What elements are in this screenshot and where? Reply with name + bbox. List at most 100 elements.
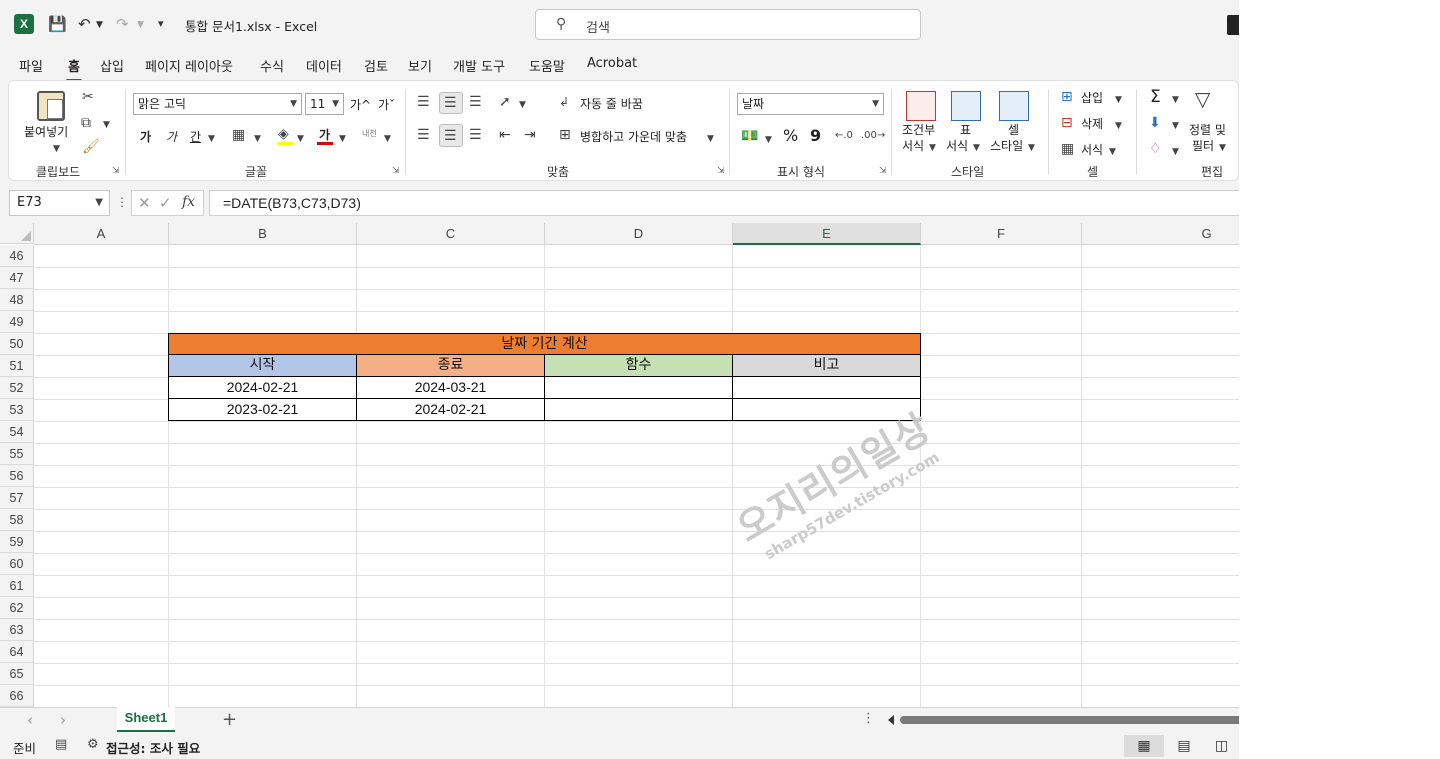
undo-dropdown-icon[interactable]: ▼ — [96, 14, 103, 36]
italic-button[interactable]: 가 — [166, 128, 177, 145]
select-all-button[interactable] — [0, 223, 34, 244]
wrap-text-button[interactable]: 자동 줄 바꿈 — [580, 95, 643, 112]
tab-data[interactable]: 데이터 — [306, 56, 342, 75]
table-cell[interactable] — [545, 377, 733, 399]
table-cell[interactable]: 2024-03-21 — [357, 377, 545, 399]
insert-cells-button[interactable]: 삽입 — [1081, 89, 1103, 106]
format-painter-icon[interactable]: 🖌 — [82, 139, 100, 155]
delete-cells-button[interactable]: 삭제 — [1081, 115, 1103, 132]
align-bottom-icon[interactable]: ☰ — [469, 94, 482, 110]
chevron-down-icon[interactable]: ▼ — [1028, 140, 1035, 156]
decrease-decimal-icon[interactable]: .00→ — [861, 128, 885, 144]
row-header[interactable]: 64 — [0, 641, 34, 663]
underline-button[interactable]: 간 — [190, 128, 201, 145]
row-header[interactable]: 60 — [0, 553, 34, 575]
column-header-e[interactable]: E — [733, 223, 921, 245]
phonetic-button[interactable]: 내천 — [362, 128, 377, 139]
name-box[interactable]: E73 ▼ — [9, 190, 110, 216]
number-format-combo[interactable]: 날짜 ▼ — [737, 93, 884, 115]
number-launcher-icon[interactable]: ⇲ — [879, 166, 887, 176]
row-header[interactable]: 62 — [0, 597, 34, 619]
save-icon[interactable]: 💾 — [48, 13, 67, 35]
column-header-f[interactable]: F — [921, 223, 1082, 245]
orientation-dropdown-icon[interactable]: ▼ — [519, 97, 526, 113]
tab-help[interactable]: 도움말 — [529, 56, 565, 75]
column-header-d[interactable]: D — [545, 223, 733, 245]
font-color-dropdown-icon[interactable]: ▼ — [339, 131, 346, 147]
table-cell[interactable]: 2024-02-21 — [168, 377, 357, 399]
phonetic-dropdown-icon[interactable]: ▼ — [384, 131, 391, 147]
fill-dropdown-icon[interactable]: ▼ — [297, 131, 304, 147]
fill-color-icon[interactable]: ◈ — [278, 126, 289, 142]
formula-input[interactable]: =DATE(B73,C73,D73) — [209, 190, 1239, 216]
row-header[interactable]: 59 — [0, 531, 34, 553]
borders-icon[interactable]: ▦ — [232, 127, 245, 143]
borders-dropdown-icon[interactable]: ▼ — [254, 131, 261, 147]
sort-filter-icon[interactable]: ▽ — [1195, 89, 1210, 109]
merge-center-button[interactable]: 병합하고 가운데 맞춤 — [580, 128, 687, 145]
clear-icon[interactable]: ♢ — [1149, 141, 1162, 157]
alignment-launcher-icon[interactable]: ⇲ — [717, 166, 725, 176]
macro-record-icon[interactable]: ▤ — [55, 737, 67, 752]
tab-formulas[interactable]: 수식 — [260, 56, 284, 75]
accessibility-icon[interactable]: ⚙ — [87, 737, 99, 752]
table-cell[interactable]: 2024-02-21 — [357, 399, 545, 421]
tab-home[interactable]: 홈 — [66, 56, 82, 82]
align-right-icon[interactable]: ☰ — [469, 127, 482, 143]
copy-icon[interactable]: ⧉ — [81, 115, 91, 131]
row-header[interactable]: 53 — [0, 399, 34, 421]
row-header[interactable]: 46 — [0, 245, 34, 267]
cell-styles-label-1[interactable]: 셀 — [1008, 121, 1019, 138]
row-header[interactable]: 52 — [0, 377, 34, 399]
conditional-formatting-icon[interactable] — [906, 91, 936, 121]
bold-button[interactable]: 가 — [140, 128, 151, 145]
cancel-icon[interactable]: ✕ — [138, 194, 151, 212]
column-header-g[interactable]: G — [1082, 223, 1239, 245]
column-header-a[interactable]: A — [34, 223, 169, 245]
page-layout-view-button[interactable]: ▤ — [1164, 735, 1204, 757]
clear-dropdown-icon[interactable]: ▼ — [1172, 144, 1179, 160]
table-cell[interactable] — [545, 399, 733, 421]
normal-view-button[interactable]: ▦ — [1124, 735, 1164, 757]
comma-style-button[interactable]: 9 — [810, 126, 821, 145]
percent-style-button[interactable]: % — [783, 126, 798, 145]
align-left-icon[interactable]: ☰ — [417, 127, 430, 143]
more-options-icon[interactable]: ⋮ — [862, 711, 875, 726]
row-header[interactable]: 57 — [0, 487, 34, 509]
cut-icon[interactable]: ✂ — [82, 89, 94, 105]
header-end-cell[interactable]: 종료 — [357, 355, 545, 377]
sort-filter-label-2[interactable]: 필터 — [1192, 137, 1214, 154]
row-header[interactable]: 55 — [0, 443, 34, 465]
grow-font-button[interactable]: 가^ — [350, 96, 371, 113]
table-cell[interactable]: 2023-02-21 — [168, 399, 357, 421]
insert-function-button[interactable]: fx — [182, 194, 195, 210]
header-function-cell[interactable]: 함수 — [545, 355, 733, 377]
row-header[interactable]: 51 — [0, 355, 34, 377]
redo-icon[interactable]: ↷ — [116, 13, 129, 35]
format-cells-button[interactable]: 서식 — [1081, 141, 1103, 158]
fill-dropdown-icon[interactable]: ▼ — [1172, 118, 1179, 134]
customize-qat-icon[interactable]: ▾ — [158, 13, 164, 35]
more-options-icon[interactable]: ⋮ — [116, 195, 128, 209]
row-header[interactable]: 66 — [0, 685, 34, 707]
merge-dropdown-icon[interactable]: ▼ — [707, 131, 714, 147]
chevron-down-icon[interactable]: ▼ — [1115, 118, 1122, 134]
chevron-down-icon[interactable]: ▼ — [1115, 92, 1122, 108]
underline-dropdown-icon[interactable]: ▼ — [208, 131, 215, 147]
scroll-left-icon[interactable] — [888, 715, 894, 725]
table-cell[interactable] — [733, 377, 921, 399]
align-top-icon[interactable]: ☰ — [417, 94, 430, 110]
account-button[interactable] — [1227, 15, 1239, 35]
row-header[interactable]: 48 — [0, 289, 34, 311]
accounting-format-icon[interactable]: 💵 — [741, 128, 758, 144]
tab-insert[interactable]: 삽입 — [100, 56, 124, 75]
redo-dropdown-icon[interactable]: ▼ — [137, 14, 144, 36]
tab-review[interactable]: 검토 — [364, 56, 388, 75]
row-header[interactable]: 61 — [0, 575, 34, 597]
worksheet-grid[interactable]: A B C D E F G 46 47 48 49 50 51 52 53 54… — [0, 223, 1239, 707]
tab-view[interactable]: 보기 — [408, 56, 432, 75]
format-as-table-label-2[interactable]: 서식 — [946, 137, 968, 154]
tab-page-layout[interactable]: 페이지 레이아웃 — [145, 56, 233, 75]
conditional-formatting-label-2[interactable]: 서식 — [902, 137, 924, 154]
row-header[interactable]: 54 — [0, 421, 34, 443]
